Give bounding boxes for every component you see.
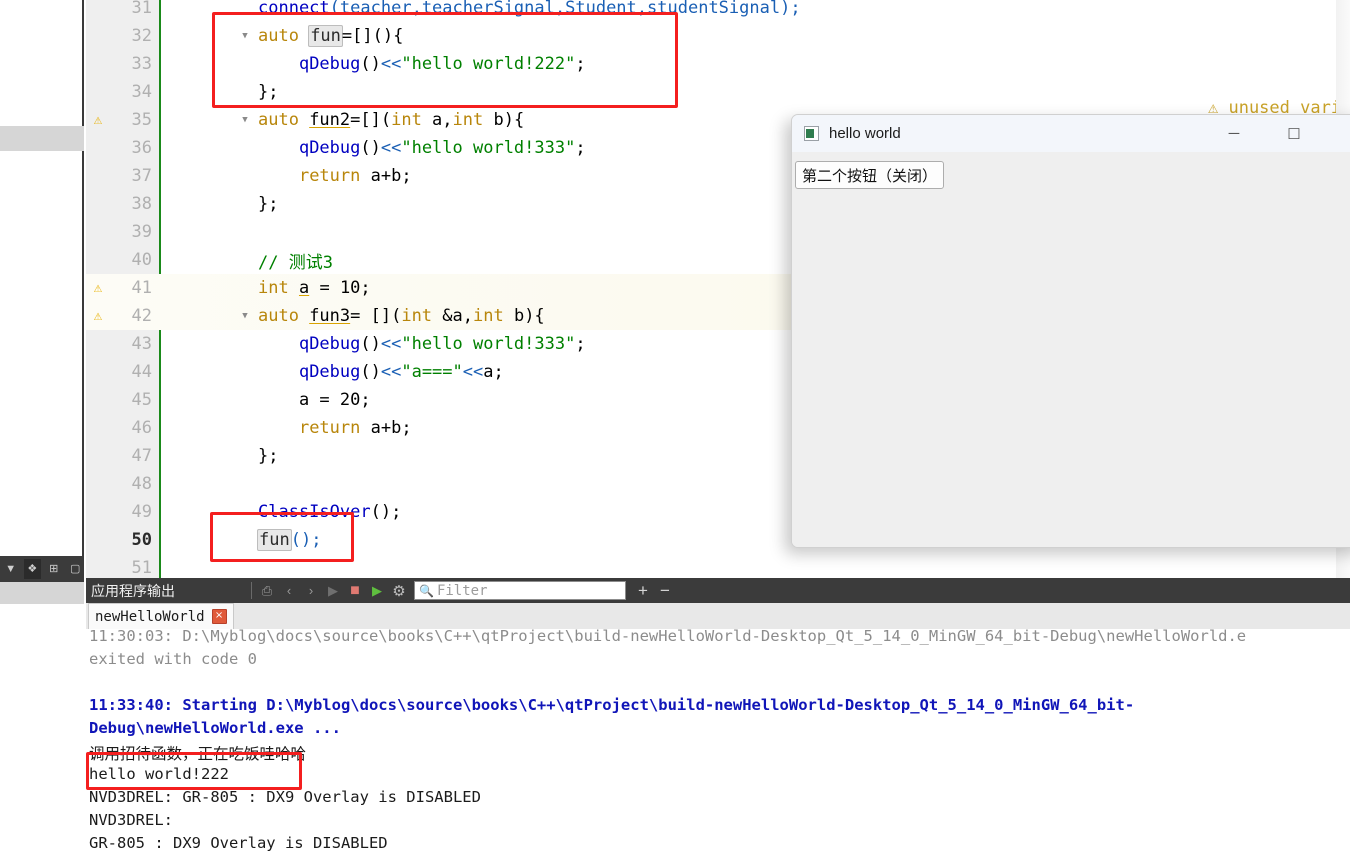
- line-number: 44: [131, 362, 152, 382]
- console-line: NVD3DREL: GR-805 : DX9 Overlay is DISABL…: [89, 788, 481, 806]
- attach-output-icon[interactable]: ⎙: [256, 580, 278, 602]
- code-line-text: // 测试3: [258, 252, 333, 273]
- code-line[interactable]: 31 connect(teacher,teacherSignal,Student,…: [86, 0, 1350, 22]
- output-filter-field[interactable]: 🔍 Filter: [414, 581, 626, 600]
- output-console[interactable]: 11:30:03: D:\Myblog\docs\source\books\C+…: [86, 629, 1350, 856]
- settings-gear-icon[interactable]: ⚙: [388, 580, 410, 602]
- zoom-out-button[interactable]: −: [654, 580, 676, 602]
- code-line-text: a = 20;: [258, 390, 371, 410]
- left-rail-bottom-area: [0, 604, 84, 856]
- line-number: 41: [131, 278, 152, 298]
- application-output-title: 应用程序输出: [91, 583, 175, 600]
- output-tab-newhelloworld[interactable]: newHelloWorld ×: [88, 603, 234, 629]
- minimize-button[interactable]: ─: [1211, 115, 1257, 152]
- code-line-text: };: [258, 194, 279, 214]
- line-number: 36: [131, 138, 152, 158]
- line-number: 49: [131, 502, 152, 522]
- code-line-text: return a+b;: [298, 166, 412, 186]
- stop-icon[interactable]: ■: [344, 580, 366, 602]
- code-line-text: auto fun2=[](int a,int b){: [258, 110, 525, 130]
- fold-toggle-icon[interactable]: ▼: [238, 311, 252, 321]
- fold-toggle-icon[interactable]: ▼: [238, 115, 252, 125]
- maximize-button[interactable]: ☐: [1271, 115, 1317, 152]
- line-number: 35: [131, 110, 152, 130]
- application-output-header: 应用程序输出 ⎙ ‹ › ▶ ■ ▶ ⚙ 🔍 Filter + −: [86, 578, 1350, 603]
- console-line: 调用招待函数，正在吃饭哇哈哈: [89, 745, 307, 763]
- second-button-close[interactable]: 第二个按钮（关闭）: [795, 161, 945, 189]
- application-output-pane: 应用程序输出 ⎙ ‹ › ▶ ■ ▶ ⚙ 🔍 Filter + − newHel…: [86, 578, 1350, 856]
- chevron-down-icon[interactable]: ▼: [2, 559, 20, 579]
- console-line: GR-805 : DX9 Overlay is DISABLED: [89, 834, 388, 852]
- line-number: 50: [131, 530, 152, 550]
- left-rail-toolbar[interactable]: ▼ ❖ ⊞ ▢: [0, 556, 84, 582]
- line-number: 43: [131, 334, 152, 354]
- left-rail-lower-band: [0, 582, 84, 604]
- hello-world-title: hello world: [829, 125, 901, 142]
- close-icon[interactable]: ×: [211, 609, 227, 624]
- output-tabbar: newHelloWorld ×: [86, 603, 1350, 630]
- line-number: 33: [131, 54, 152, 74]
- code-line-text: auto fun=[](){: [258, 25, 404, 47]
- console-line: hello world!222: [89, 765, 229, 783]
- output-filter-placeholder: Filter: [436, 582, 488, 599]
- next-item-icon[interactable]: ›: [300, 580, 322, 602]
- console-line: exited with code 0: [89, 650, 257, 668]
- hello-world-titlebar[interactable]: hello world ─ ☐: [792, 115, 1350, 153]
- split-add-icon[interactable]: ⊞: [45, 559, 63, 579]
- line-number: 40: [131, 250, 152, 270]
- line-number: 32: [131, 26, 152, 46]
- line-number: 31: [131, 0, 152, 18]
- code-line-text: };: [258, 446, 279, 466]
- console-line: 11:33:40: Starting D:\Myblog\docs\source…: [89, 696, 1135, 714]
- line-number: 39: [131, 222, 152, 242]
- run-icon[interactable]: ▶: [322, 580, 344, 602]
- line-number: 45: [131, 390, 152, 410]
- code-line-text: qDebug()<<"hello world!222";: [298, 54, 586, 74]
- line-number: 42: [131, 306, 152, 326]
- toolbar-separator: [251, 582, 252, 599]
- prev-item-icon[interactable]: ‹: [278, 580, 300, 602]
- hello-world-body: 第二个按钮（关闭）: [792, 152, 1350, 547]
- left-mode-rail: ▼ ❖ ⊞ ▢: [0, 0, 84, 856]
- code-line-text: return a+b;: [298, 418, 412, 438]
- code-line-text: qDebug()<<"a==="<<a;: [298, 362, 504, 382]
- code-line-text: qDebug()<<"hello world!333";: [298, 334, 586, 354]
- code-line-text: };: [258, 82, 279, 102]
- line-number: 51: [131, 558, 152, 578]
- run-debug-icon[interactable]: ▶: [366, 580, 388, 602]
- code-line-text: ClassIsOver();: [258, 502, 402, 522]
- code-line-text: qDebug()<<"hello world!333";: [298, 138, 586, 158]
- search-icon: 🔍: [419, 583, 434, 598]
- code-line-text: auto fun3= [](int &a,int b){: [258, 306, 545, 326]
- shapes-icon[interactable]: ❖: [23, 559, 41, 579]
- zoom-in-button[interactable]: +: [632, 580, 654, 602]
- code-line[interactable]: 32 ▼ auto fun=[](){: [86, 22, 1350, 50]
- code-line-text: connect(teacher,teacherSignal,Student,st…: [258, 0, 801, 18]
- fold-toggle-icon[interactable]: ▼: [238, 31, 252, 41]
- window-app-icon: [804, 126, 819, 141]
- code-line[interactable]: 34};: [86, 78, 1350, 106]
- line-number: 46: [131, 418, 152, 438]
- hello-world-window[interactable]: hello world ─ ☐ 第二个按钮（关闭）: [791, 114, 1350, 548]
- console-line: NVD3DREL:: [89, 811, 173, 829]
- output-tab-label: newHelloWorld: [95, 608, 205, 625]
- line-number: 37: [131, 166, 152, 186]
- console-line: 11:30:03: D:\Myblog\docs\source\books\C+…: [89, 629, 1247, 645]
- line-number: 48: [131, 474, 152, 494]
- line-number: 47: [131, 446, 152, 466]
- code-line-text: int a = 10;: [258, 278, 371, 298]
- code-line[interactable]: 51: [86, 554, 1350, 578]
- line-number: 34: [131, 82, 152, 102]
- line-number: 38: [131, 194, 152, 214]
- console-line: Debug\newHelloWorld.exe ...: [89, 719, 341, 737]
- dropdown-box-icon[interactable]: ▢: [67, 559, 85, 579]
- code-line-text: fun();: [257, 529, 322, 551]
- left-rail-selected-band: [0, 126, 84, 151]
- code-line[interactable]: 33 qDebug()<<"hello world!222";: [86, 50, 1350, 78]
